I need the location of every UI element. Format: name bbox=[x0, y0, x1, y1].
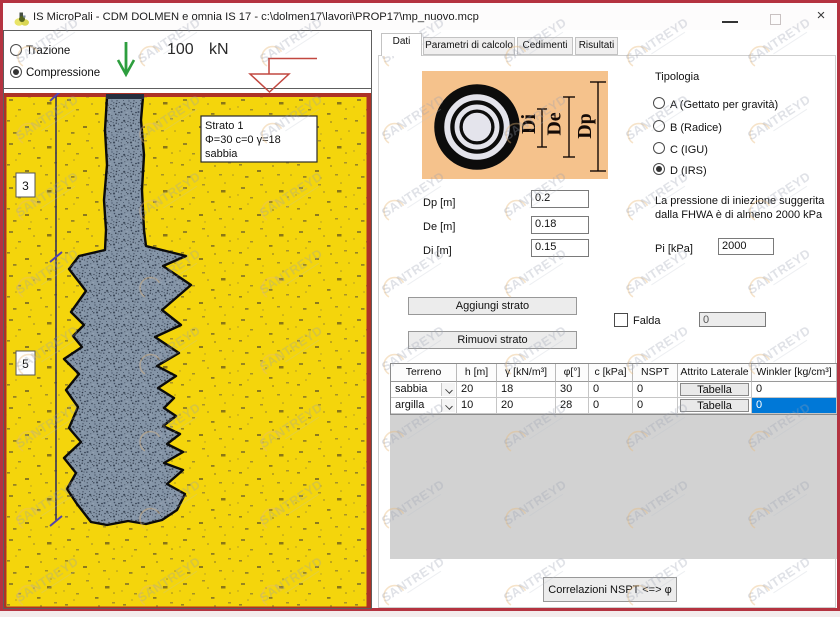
svg-text:De: De bbox=[544, 112, 566, 135]
svg-text:Dp: Dp bbox=[574, 113, 596, 139]
svg-text:Di: Di bbox=[518, 114, 540, 134]
svg-text:sabbia: sabbia bbox=[205, 148, 238, 160]
svg-text:Φ=30 c=0 γ=18: Φ=30 c=0 γ=18 bbox=[205, 134, 281, 146]
svg-text:Strato 1: Strato 1 bbox=[205, 120, 244, 132]
svg-text:3: 3 bbox=[22, 179, 29, 193]
svg-text:5: 5 bbox=[22, 357, 29, 371]
